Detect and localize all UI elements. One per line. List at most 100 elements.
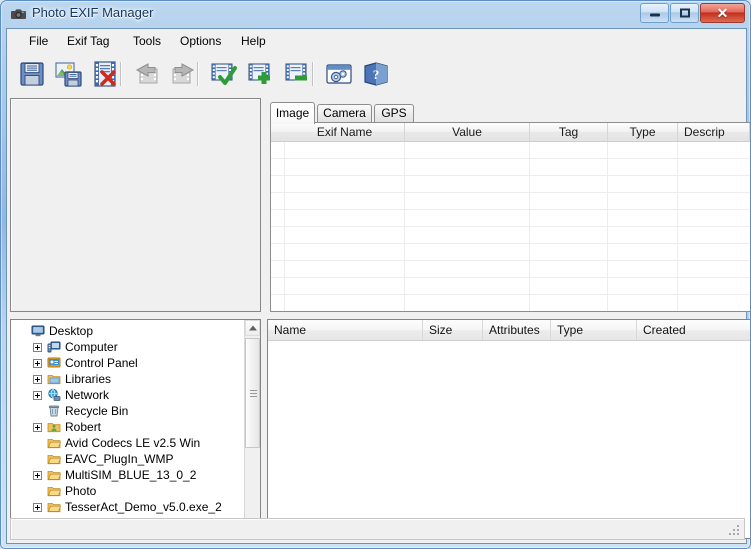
tree-item-label: Desktop: [49, 324, 94, 338]
exif-column-description[interactable]: Descrip: [678, 123, 750, 141]
exif-grid[interactable]: Exif Name Value Tag Type Descrip: [270, 122, 750, 312]
user-folder-icon: [47, 420, 61, 434]
menu-help[interactable]: Help: [233, 33, 274, 49]
delete-exif-button[interactable]: [90, 58, 124, 90]
menu-exif-tag[interactable]: Exif Tag: [59, 33, 117, 49]
exif-row[interactable]: [271, 244, 750, 261]
exif-tabstrip: Image Camera GPS: [270, 102, 744, 124]
tree-item-label: Recycle Bin: [65, 404, 129, 418]
tree-expander-icon[interactable]: [33, 359, 42, 368]
exif-row[interactable]: [271, 176, 750, 193]
folder-tree-items: Desktop Computer Control Panel Libraries…: [11, 323, 243, 515]
settings-button[interactable]: [323, 58, 357, 90]
menu-options[interactable]: Options: [172, 33, 229, 49]
tree-expander-icon[interactable]: [33, 375, 42, 384]
tree-item-label: Network: [65, 388, 110, 402]
add-exif-button[interactable]: [245, 58, 279, 90]
tree-item-photo[interactable]: Photo: [11, 483, 243, 499]
exif-column-exif-name[interactable]: Exif Name: [285, 123, 405, 141]
exif-column-tag[interactable]: Tag: [530, 123, 608, 141]
exif-grid-body: [271, 142, 750, 311]
title-bar[interactable]: Photo EXIF Manager ✕: [1, 1, 750, 28]
tree-item-label: Control Panel: [65, 356, 138, 370]
save-image-as-button[interactable]: [53, 58, 87, 90]
folder-tree[interactable]: Desktop Computer Control Panel Libraries…: [10, 319, 261, 539]
tree-item-computer[interactable]: Computer: [11, 339, 243, 355]
tree-item-libraries[interactable]: Libraries: [11, 371, 243, 387]
exif-row[interactable]: [271, 210, 750, 227]
redo-button[interactable]: [167, 58, 201, 90]
exif-grid-header: Exif Name Value Tag Type Descrip: [271, 123, 750, 142]
tree-expander-icon[interactable]: [33, 391, 42, 400]
close-button[interactable]: ✕: [700, 3, 745, 23]
resize-grip[interactable]: [729, 525, 741, 537]
tree-item-tesseract-demo[interactable]: TesserAct_Demo_v5.0.exe_2: [11, 499, 243, 515]
app-window: Photo EXIF Manager ✕ File Exif Tag Tools…: [0, 0, 751, 549]
tree-item-robert[interactable]: Robert: [11, 419, 243, 435]
tab-image[interactable]: Image: [270, 102, 315, 124]
remove-exif-button[interactable]: [282, 58, 316, 90]
file-list-header: Name Size Attributes Type Created: [268, 320, 750, 341]
tree-item-label: TesserAct_Demo_v5.0.exe_2: [65, 500, 222, 514]
exif-column-value[interactable]: Value: [405, 123, 530, 141]
menu-file[interactable]: File: [21, 33, 56, 49]
folder-icon: [47, 436, 61, 450]
apply-exif-button[interactable]: [208, 58, 242, 90]
exif-column-type[interactable]: Type: [608, 123, 678, 141]
minimize-icon: [649, 10, 660, 17]
file-column-size[interactable]: Size: [423, 320, 483, 340]
tree-item-label: Libraries: [65, 372, 112, 386]
tree-scrollbar[interactable]: [244, 320, 260, 538]
tree-expander-icon[interactable]: [33, 503, 42, 512]
close-icon: ✕: [716, 5, 729, 21]
file-column-attributes[interactable]: Attributes: [483, 320, 551, 340]
exif-row[interactable]: [271, 278, 750, 295]
maximize-button[interactable]: [670, 3, 699, 23]
status-bar: [10, 518, 745, 540]
tree-item-recycle-bin[interactable]: Recycle Bin: [11, 403, 243, 419]
file-column-type[interactable]: Type: [551, 320, 637, 340]
toolbar-separator-2: [197, 62, 199, 86]
exif-row[interactable]: [271, 142, 750, 159]
scroll-up-button[interactable]: [245, 320, 260, 336]
tab-gps[interactable]: GPS: [374, 104, 414, 123]
help-button[interactable]: ?: [360, 58, 394, 90]
svg-text:?: ?: [373, 67, 380, 82]
chevron-up-icon: [248, 325, 257, 331]
window-controls: ✕: [639, 3, 745, 24]
tree-item-eavc-plugin[interactable]: EAVC_PlugIn_WMP: [11, 451, 243, 467]
maximize-icon: [679, 8, 690, 18]
exif-row[interactable]: [271, 159, 750, 176]
tree-item-control-panel[interactable]: Control Panel: [11, 355, 243, 371]
exif-row[interactable]: [271, 193, 750, 210]
menu-bar: File Exif Tag Tools Options Help: [7, 29, 746, 52]
tree-expander-icon[interactable]: [33, 343, 42, 352]
file-column-name[interactable]: Name: [268, 320, 423, 340]
file-list[interactable]: Name Size Attributes Type Created: [267, 319, 750, 539]
folder-icon: [47, 452, 61, 466]
file-column-created[interactable]: Created: [637, 320, 750, 340]
undo-button[interactable]: [131, 58, 165, 90]
tree-item-network[interactable]: Network: [11, 387, 243, 403]
scrollbar-thumb[interactable]: [245, 338, 260, 448]
tree-item-label: Photo: [65, 484, 97, 498]
menu-tools[interactable]: Tools: [125, 33, 169, 49]
control-panel-icon: [47, 356, 61, 370]
exif-row[interactable]: [271, 295, 750, 311]
tree-item-label: MultiSIM_BLUE_13_0_2: [65, 468, 197, 482]
exif-row[interactable]: [271, 261, 750, 278]
tree-item-desktop[interactable]: Desktop: [11, 323, 243, 339]
vertical-splitter[interactable]: [263, 98, 268, 312]
libraries-icon: [47, 372, 61, 386]
folder-icon: [47, 484, 61, 498]
tab-camera[interactable]: Camera: [317, 104, 372, 123]
tree-item-label: Avid Codecs LE v2.5 Win: [65, 436, 201, 450]
tree-expander-icon[interactable]: [33, 423, 42, 432]
tree-expander-icon[interactable]: [33, 471, 42, 480]
exif-row[interactable]: [271, 227, 750, 244]
minimize-button[interactable]: [640, 3, 669, 23]
desktop-icon: [31, 324, 45, 338]
tree-item-avid-codecs[interactable]: Avid Codecs LE v2.5 Win: [11, 435, 243, 451]
save-button[interactable]: [16, 58, 50, 90]
tree-item-multisim[interactable]: MultiSIM_BLUE_13_0_2: [11, 467, 243, 483]
